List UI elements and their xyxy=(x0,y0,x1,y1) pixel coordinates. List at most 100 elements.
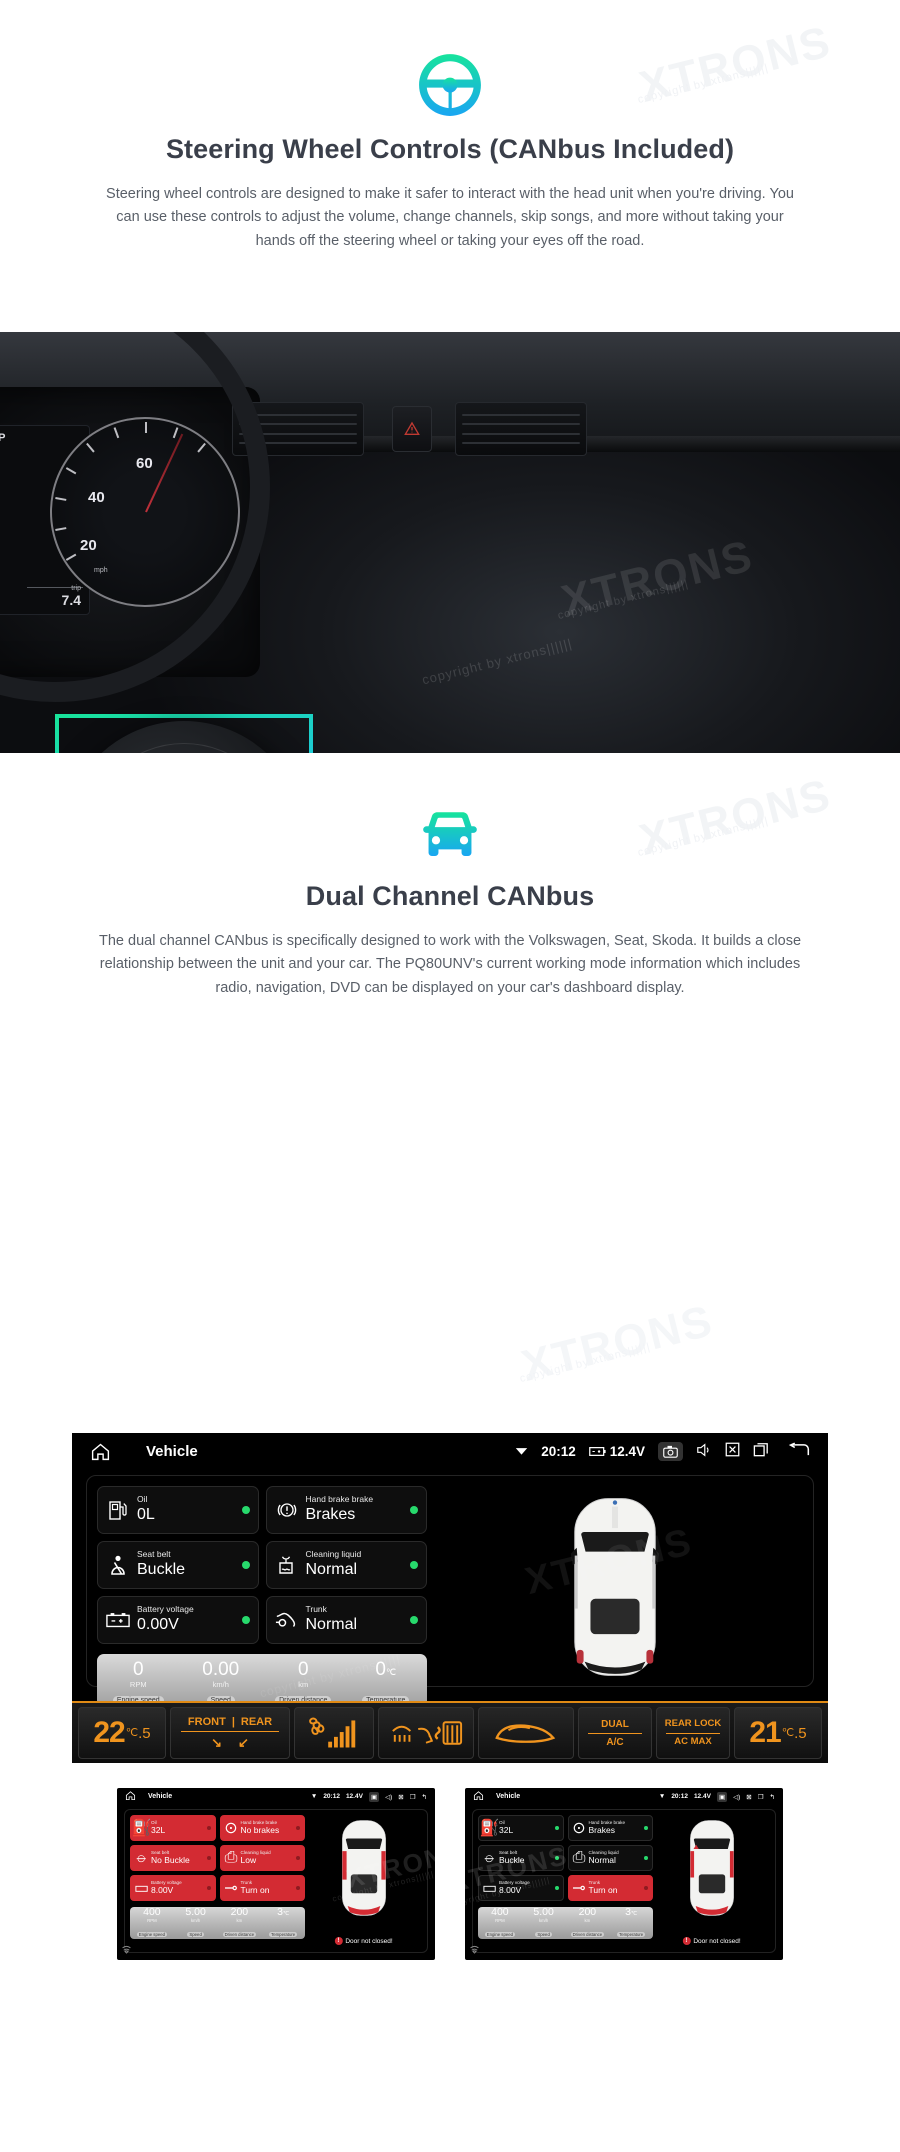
thumb-right-stat-temp: 3℃ Temperature xyxy=(609,1906,653,1941)
climate-rear-lock-label: REAR LOCK xyxy=(664,1717,722,1729)
thumb-right-stat-speed: 5.00 km/h Speed xyxy=(522,1906,566,1941)
thumb-left-volume-icon[interactable]: ◁) xyxy=(385,1793,392,1801)
section2-description: The dual channel CANbus is specifically … xyxy=(98,933,802,996)
card-oil-label: Oil xyxy=(137,1494,148,1505)
wifi-icon xyxy=(515,1444,528,1459)
stat-engine-speed: 0 RPM Engine speed xyxy=(97,1659,180,1707)
thumb-left-stat-speed: 5.00 km/h Speed xyxy=(174,1906,218,1941)
thumb-right-camera-icon[interactable]: ▣ xyxy=(716,1791,728,1802)
stat-temp-unit: ℃ xyxy=(385,1667,397,1677)
camera-icon[interactable] xyxy=(658,1441,683,1461)
thumb-left-card-cleaning-dot xyxy=(296,1856,300,1860)
thumb-left-card-handbrake[interactable]: ⊙ Hand brake brake No brakes xyxy=(219,1815,305,1841)
seatbelt-icon xyxy=(106,1555,130,1576)
home-icon[interactable] xyxy=(90,1441,124,1462)
vehicle-ui-screenshot: Vehicle 20:12 12.4V Oil 0L Hand brake br… xyxy=(72,1433,828,1763)
thumb-left-stat-distance: 200 km Driven distance xyxy=(218,1906,262,1941)
stat-speed-value: 0.00 xyxy=(202,1659,240,1680)
trunk-icon: ⊸ xyxy=(224,1880,238,1897)
air-vent-right xyxy=(455,402,587,456)
thumb-left-card-cleaning[interactable]: ⎙ Cleaning liquid Low xyxy=(219,1845,305,1871)
thumb-right-card-handbrake[interactable]: ⊙ Hand brake brake Brakes xyxy=(567,1815,653,1841)
thumb-right-stat-speed-name: Speed xyxy=(535,1931,552,1937)
thumb-right-time: 20:12 xyxy=(671,1793,688,1800)
thumb-left-panel: ⛽ Oil 32L ⊙ Hand brake brake No brakes ⦵ S… xyxy=(124,1809,428,1953)
volume-icon[interactable] xyxy=(696,1442,712,1460)
climate-recirculation[interactable] xyxy=(478,1707,574,1759)
card-cleaning-liquid[interactable]: Cleaning liquid Normal xyxy=(265,1541,427,1589)
climate-ac-label: A/C xyxy=(606,1736,624,1748)
card-oil[interactable]: Oil 0L xyxy=(97,1486,259,1534)
climate-front-rear[interactable]: FRONT | REAR ↘ ↙ xyxy=(170,1707,290,1759)
climate-temp-left-unit: ℃ xyxy=(125,1726,139,1739)
card-cleaning-liquid-label: Cleaning liquid xyxy=(305,1549,362,1560)
mute-icon[interactable] xyxy=(725,1442,740,1460)
thumb-right-door-warning: ! Door not closed! xyxy=(682,1937,741,1945)
vehicle-status-bar: Vehicle 20:12 12.4V xyxy=(72,1433,828,1469)
thumb-left-card-seatbelt-dot xyxy=(206,1856,211,1860)
watermark-copyright-photo2: copyright by xtrons|||||| xyxy=(420,635,574,688)
status-clock: 20:12 xyxy=(541,1443,576,1459)
watermark-copyright-photo: copyright by xtrons|||||| xyxy=(556,577,690,623)
climate-temp-left[interactable]: 22 ℃ .5 xyxy=(78,1707,166,1759)
climate-fan[interactable] xyxy=(294,1707,374,1759)
thumb-right-card-cleaning[interactable]: ⎙ Cleaning liquid Normal xyxy=(567,1845,653,1871)
thumb-right-card-seatbelt[interactable]: ⦵ Seat belt Buckle xyxy=(478,1845,564,1871)
battery-icon xyxy=(106,1612,130,1628)
back-icon[interactable] xyxy=(788,1442,810,1461)
defrost-icon xyxy=(392,1721,463,1745)
steering-wheel-icon xyxy=(419,54,481,116)
card-hand-brake-text: Hand brake brake Brakes xyxy=(306,1494,404,1524)
thumb-left-back-icon[interactable]: ↰ xyxy=(422,1793,427,1801)
thumb-left-stat-speed-name: Speed xyxy=(187,1931,204,1937)
status-card-grid: Oil 0L Hand brake brake Brakes Seat belt… xyxy=(97,1486,427,1712)
thumb-left-card-battery-dot xyxy=(206,1886,211,1890)
stat-distance-unit: km xyxy=(298,1680,309,1689)
thumb-left-card-seatbelt[interactable]: ⦵ Seat belt No Buckle xyxy=(130,1845,216,1871)
thumb-right-recents-icon[interactable]: ❐ xyxy=(758,1793,764,1801)
thumb-left-recents-icon[interactable]: ❐ xyxy=(410,1793,416,1801)
climate-ac-max-label: AC MAX xyxy=(674,1735,712,1747)
card-seat-belt-value: Buckle xyxy=(137,1560,186,1578)
thumb-right-stat-speed-value: 5.00 xyxy=(533,1905,554,1918)
climate-dual-ac[interactable]: DUAL A/C xyxy=(578,1707,652,1759)
card-hand-brake-status-dot xyxy=(410,1506,418,1514)
thumb-left-warning-text: Door not closed! xyxy=(345,1937,393,1945)
thumb-left-camera-icon[interactable]: ▣ xyxy=(368,1791,380,1802)
card-trunk[interactable]: Trunk Normal xyxy=(265,1596,427,1644)
thumbnail-alert-state[interactable]: Vehicle ▼ 20:12 12.4V ▣ ◁) ⊠ ❐ ↰ ⛽ Oil 3… xyxy=(117,1788,435,1960)
thumb-left-card-battery-value: 8.00V xyxy=(151,1885,174,1896)
thumb-left-stat-distance-value: 200 xyxy=(230,1905,249,1918)
climate-temp-right[interactable]: 21 ℃ .5 xyxy=(734,1707,822,1759)
car-top-view-mixed xyxy=(689,1820,734,1916)
stat-driven-distance: 0 km Driven distance xyxy=(262,1659,345,1707)
thumb-right-mute-icon[interactable]: ⊠ xyxy=(746,1793,751,1801)
thumb-left-card-battery[interactable]: ▭ Battery voltage 8.00V xyxy=(130,1875,216,1901)
thumb-right-card-battery[interactable]: ▭ Battery voltage 8.00V xyxy=(478,1875,564,1901)
climate-temp-right-unit: ℃ xyxy=(781,1726,795,1739)
thumbnail-normal-state[interactable]: Vehicle ▼ 20:12 12.4V ▣ ◁) ⊠ ❐ ↰ ⛽ Oil 3… xyxy=(465,1788,783,1960)
card-seat-belt-text: Seat belt Buckle xyxy=(137,1549,235,1579)
thumb-right-home-icon[interactable] xyxy=(473,1790,484,1803)
voltage-value: 12.4V xyxy=(609,1443,645,1459)
thumb-left-wifi-icon: ▼ xyxy=(310,1793,318,1800)
thumb-left-card-trunk[interactable]: ⊸ Trunk Turn on xyxy=(219,1875,305,1901)
air-recirculation-icon xyxy=(495,1724,556,1743)
thumb-right-card-cleaning-dot xyxy=(644,1856,648,1860)
handbrake-icon: ⊙ xyxy=(572,1820,586,1837)
thumb-left-card-oil[interactable]: ⛽ Oil 32L xyxy=(130,1815,216,1841)
recents-icon[interactable] xyxy=(753,1442,769,1460)
thumb-right-volume-icon[interactable]: ◁) xyxy=(733,1793,740,1801)
card-battery-label: Battery voltage xyxy=(137,1604,194,1615)
climate-rear-lock-acmax[interactable]: REAR LOCK AC MAX xyxy=(656,1707,730,1759)
thumb-right-card-trunk[interactable]: ⊸ Trunk Turn on xyxy=(567,1875,653,1901)
thumb-right-back-icon[interactable]: ↰ xyxy=(770,1793,775,1801)
climate-defrost[interactable] xyxy=(378,1707,474,1759)
thumb-left-mute-icon[interactable]: ⊠ xyxy=(398,1793,403,1801)
thumb-left-home-icon[interactable] xyxy=(125,1790,136,1803)
card-seat-belt[interactable]: Seat belt Buckle xyxy=(97,1541,259,1589)
hazard-light-button[interactable] xyxy=(392,406,432,452)
card-hand-brake[interactable]: Hand brake brake Brakes xyxy=(265,1486,427,1534)
card-battery-voltage[interactable]: Battery voltage 0.00V xyxy=(97,1596,259,1644)
thumb-right-card-oil[interactable]: ⛽ Oil 32L xyxy=(478,1815,564,1841)
